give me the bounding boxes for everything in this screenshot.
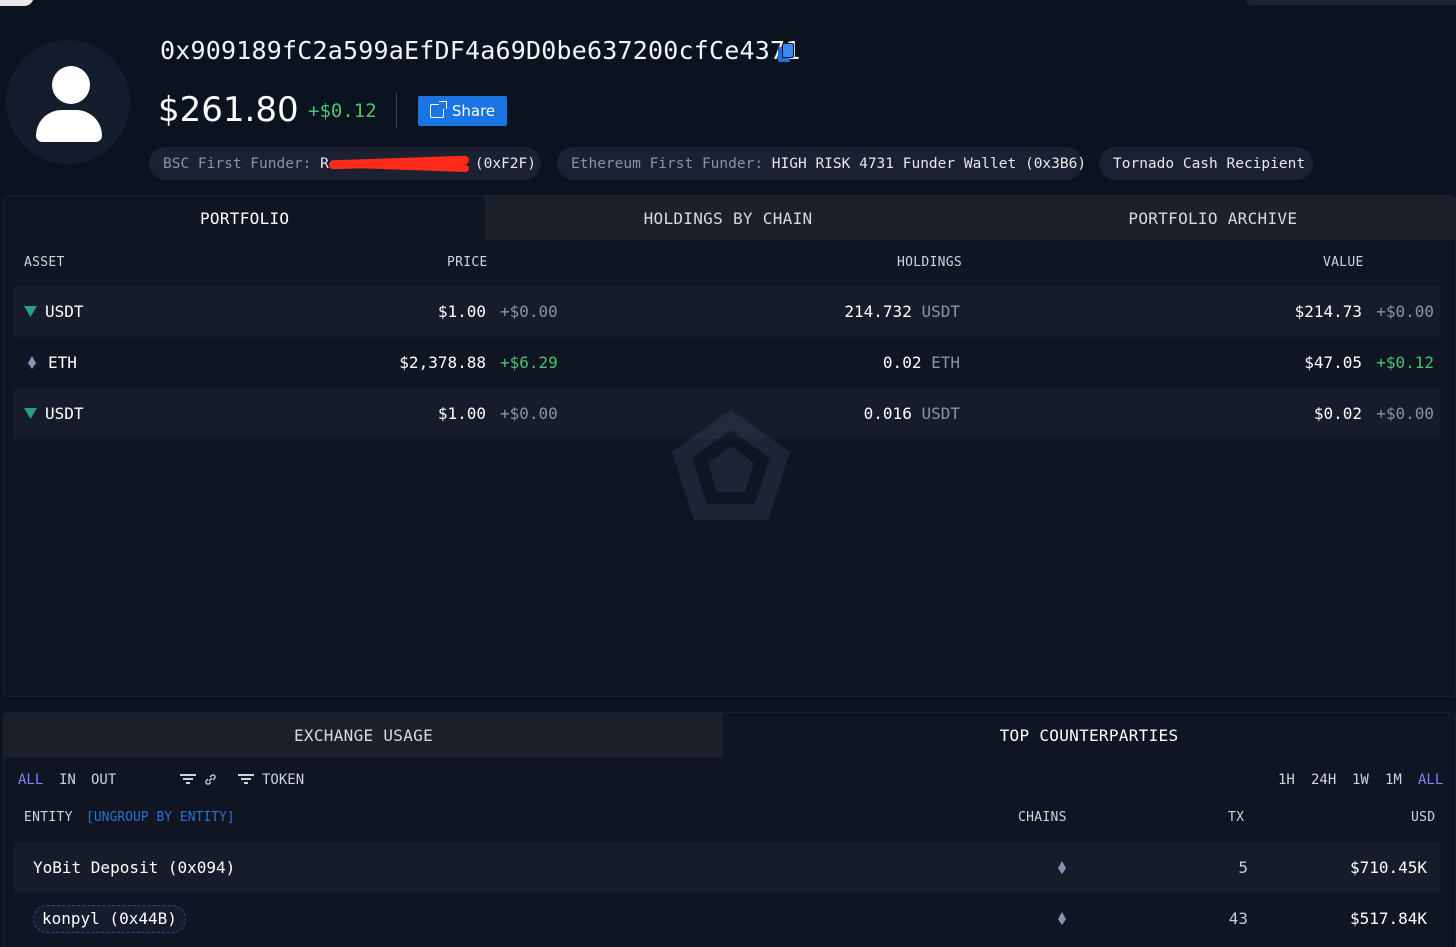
chains-cell [1058, 842, 1078, 893]
col-usd[interactable]: USD [1411, 810, 1435, 825]
tornado-cash-tag[interactable]: Tornado Cash Recipient [1099, 147, 1313, 180]
time-filter-1h[interactable]: 1H [1278, 772, 1295, 788]
time-filter-1w[interactable]: 1W [1352, 772, 1369, 788]
share-label: Share [451, 102, 496, 120]
tag-value: Tornado Cash Recipient [1113, 155, 1306, 172]
top-search-bar-edge[interactable] [1246, 0, 1456, 5]
avatar [6, 40, 130, 164]
usd-cell: $710.45K [1349, 858, 1427, 877]
usdt-icon [24, 408, 37, 419]
holdings-cell: 0.02 ETH [882, 353, 960, 372]
asset-cell[interactable]: ETH [28, 337, 77, 388]
value-cell: $47.05 [1304, 353, 1362, 372]
time-filter-24h[interactable]: 24H [1311, 772, 1336, 788]
tag-value: HIGH RISK 4731 Funder Wallet (0x3B6) [771, 155, 1087, 172]
tab-exchange-usage[interactable]: EXCHANGE USAGE [4, 713, 724, 757]
col-tx[interactable]: TX [1228, 810, 1244, 825]
tag-value-end: (0xF2F) [474, 155, 536, 172]
token-filter-icon[interactable] [238, 774, 254, 784]
ungroup-by-entity-link[interactable]: [UNGROUP BY ENTITY] [86, 810, 235, 825]
tab-portfolio[interactable]: PORTFOLIO [4, 196, 486, 240]
external-link-icon [429, 101, 447, 118]
price-cell: $1.00 [437, 404, 486, 423]
filter-in[interactable]: IN [59, 772, 76, 788]
redaction-mark [329, 156, 475, 168]
value-cell: $0.02 [1313, 404, 1362, 423]
tab-top-counterparties[interactable]: TOP COUNTERPARTIES [723, 713, 1455, 757]
value-cell: $214.73 [1294, 302, 1362, 321]
price-cell: $1.00 [437, 302, 486, 321]
eth-icon [1058, 861, 1066, 874]
holdings-cell: 214.732 USDT [844, 302, 960, 321]
col-entity[interactable]: ENTITY [24, 810, 73, 825]
price-cell: $2,378.88 [399, 353, 486, 372]
tx-cell: 43 [1228, 909, 1248, 928]
col-holdings[interactable]: HOLDINGS [897, 255, 962, 270]
price-change-cell: +$0.00 [500, 404, 558, 423]
tag-value-redacted: R [320, 156, 475, 172]
filter-out[interactable]: OUT [91, 772, 116, 788]
col-value[interactable]: VALUE [1323, 255, 1364, 270]
tag-key: Ethereum First Funder: [571, 155, 764, 172]
asset-cell[interactable]: USDT [24, 286, 84, 337]
value-change-cell: +$0.00 [1376, 302, 1434, 321]
balance-change: +$0.12 [308, 100, 377, 122]
col-price[interactable]: PRICE [447, 255, 488, 270]
eth-icon [28, 356, 36, 369]
tab-holdings-by-chain[interactable]: HOLDINGS BY CHAIN [485, 196, 971, 240]
eth-icon [1058, 912, 1066, 925]
arkham-watermark-icon [672, 410, 790, 520]
portfolio-row[interactable]: USDT $1.00 +$0.00 214.732 USDT $214.73 +… [14, 286, 1440, 337]
entity-cell[interactable]: konpyl (0x44B) [33, 893, 186, 944]
share-button[interactable]: Share [418, 96, 507, 126]
link-icon[interactable] [204, 773, 217, 786]
value-change-cell: +$0.00 [1376, 404, 1434, 423]
filter-all[interactable]: ALL [18, 772, 43, 788]
token-filter[interactable]: TOKEN [262, 772, 304, 788]
header-divider [396, 93, 397, 128]
counterparty-row[interactable]: konpyl (0x44B) 43 $517.84K [14, 893, 1440, 944]
holdings-cell: 0.016 USDT [863, 404, 960, 423]
entity-pill[interactable]: konpyl (0x44B) [33, 904, 186, 933]
chains-cell [1058, 893, 1078, 944]
counterparty-row[interactable]: YoBit Deposit (0x094) 5 $710.45K [14, 842, 1440, 893]
col-asset[interactable]: ASSET [24, 255, 65, 270]
price-change-cell: +$6.29 [500, 353, 558, 372]
counterparty-tabs: EXCHANGE USAGE TOP COUNTERPARTIES [4, 713, 1455, 757]
col-chains[interactable]: CHAINS [1018, 810, 1067, 825]
tab-portfolio-archive[interactable]: PORTFOLIO ARCHIVE [970, 196, 1455, 240]
price-change-cell: +$0.00 [500, 302, 558, 321]
total-balance: $261.80 [158, 90, 299, 130]
tag-key: BSC First Funder: [163, 155, 312, 172]
value-change-cell: +$0.12 [1376, 353, 1434, 372]
wallet-address: 0x909189fC2a599aEfDF4a69D0be637200cfCe43… [160, 36, 801, 65]
app-logo[interactable] [0, 0, 34, 6]
entity-cell[interactable]: YoBit Deposit (0x094) [33, 842, 235, 893]
tx-cell: 5 [1238, 858, 1248, 877]
usdt-icon [24, 306, 37, 317]
avatar-head [52, 66, 90, 104]
time-filter-1m[interactable]: 1M [1385, 772, 1402, 788]
portfolio-row[interactable]: ETH $2,378.88 +$6.29 0.02 ETH $47.05 +$0… [14, 337, 1440, 388]
portfolio-tabs: PORTFOLIO HOLDINGS BY CHAIN PORTFOLIO AR… [4, 196, 1455, 240]
avatar-body [36, 110, 102, 142]
asset-cell[interactable]: USDT [24, 388, 84, 439]
time-filter-all[interactable]: ALL [1418, 772, 1443, 788]
filter-icon[interactable] [180, 774, 196, 784]
usd-cell: $517.84K [1349, 909, 1427, 928]
bsc-first-funder-tag[interactable]: BSC First Funder: R (0xF2F) [149, 147, 541, 180]
ethereum-first-funder-tag[interactable]: Ethereum First Funder: HIGH RISK 4731 Fu… [557, 147, 1087, 180]
copy-icon[interactable] [778, 43, 794, 62]
